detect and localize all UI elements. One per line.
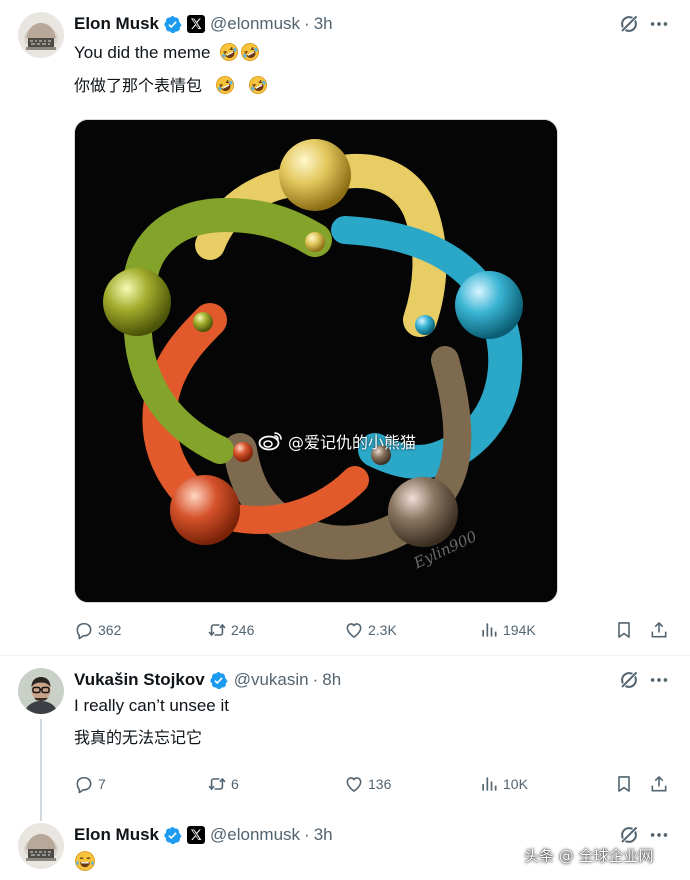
like-count: 136	[368, 776, 392, 792]
tweet-text-en: You did the meme	[74, 42, 260, 64]
reply-button[interactable]: 362	[74, 618, 121, 642]
like-icon	[344, 774, 364, 794]
tweet-2[interactable]: Vukašin Stojkov @vukasin · 8h I really c…	[0, 655, 690, 821]
grok-icon[interactable]	[618, 13, 640, 35]
weibo-watermark-text: @爱记仇的小熊猫	[288, 433, 417, 452]
reply-icon	[74, 774, 94, 794]
separator-dot: ·	[304, 14, 310, 33]
tweet-text-en: I really can’t unsee it	[74, 695, 229, 717]
tweet-text-emoji	[74, 850, 96, 874]
timestamp[interactable]: 3h	[314, 14, 333, 34]
grok-icon[interactable]	[618, 669, 640, 691]
timestamp[interactable]: 8h	[322, 670, 341, 690]
tweet-text-cn-content: 你做了那个表情包	[74, 76, 203, 95]
author-handle[interactable]: @elonmusk	[210, 14, 300, 34]
tweet-image[interactable]: Eylin900	[74, 119, 558, 603]
rolling-on-floor-laughing-emoji	[240, 42, 260, 62]
like-icon	[344, 620, 364, 640]
author-name[interactable]: Elon Musk	[74, 825, 159, 845]
tweet-text-cn-content: 我真的无法忘记它	[74, 728, 203, 747]
author-handle[interactable]: @vukasin	[234, 670, 309, 690]
verified-badge-icon	[163, 826, 182, 845]
meme-artwork: Eylin900	[75, 120, 557, 602]
reply-icon	[74, 620, 94, 640]
repost-count: 6	[231, 776, 239, 792]
reply-count: 7	[98, 776, 106, 792]
tweet-1[interactable]: Elon Musk @elonmusk · 3h You did the mem…	[0, 0, 690, 650]
share-icon	[649, 774, 669, 794]
weibo-watermark: @爱记仇的小熊猫	[258, 428, 416, 454]
action-bar: 362 246 2.3K 194K	[74, 618, 674, 642]
tweet-text-en-content: You did the meme	[74, 43, 211, 62]
reply-count: 362	[98, 622, 122, 638]
author-handle[interactable]: @elonmusk	[210, 825, 300, 845]
views-button[interactable]: 194K	[479, 618, 536, 642]
tears-of-joy-emoji	[74, 850, 96, 872]
green-ball	[103, 268, 171, 336]
x-logo-icon[interactable]	[187, 826, 205, 844]
orange-ball	[170, 475, 240, 545]
small-orange-ball	[233, 442, 253, 462]
avatar[interactable]	[18, 12, 64, 58]
small-yellow-ball	[305, 232, 325, 252]
toutiao-watermark: 头条 @ 全球企业网	[524, 847, 654, 865]
repost-icon	[207, 774, 227, 794]
share-button[interactable]	[649, 618, 669, 642]
yellow-ball	[279, 139, 351, 211]
brown-ball	[388, 477, 458, 547]
separator-dot: ·	[312, 670, 319, 689]
action-bar: 7 6 136 10K	[74, 772, 674, 796]
reply-button[interactable]: 7	[74, 772, 106, 796]
bookmark-icon	[614, 774, 634, 794]
more-icon[interactable]	[648, 669, 670, 691]
separator-dot: ·	[304, 825, 310, 844]
tweet-text-cn: 你做了那个表情包	[74, 75, 268, 97]
repost-count: 246	[231, 622, 255, 638]
like-button[interactable]: 2.3K	[344, 618, 397, 642]
repost-button[interactable]: 246	[207, 618, 254, 642]
repost-icon	[207, 620, 227, 640]
views-button[interactable]: 10K	[479, 772, 528, 796]
avatar[interactable]	[18, 668, 64, 714]
more-icon[interactable]	[648, 824, 670, 846]
small-green-ball	[193, 312, 213, 332]
rolling-on-floor-laughing-emoji	[219, 42, 239, 62]
grok-icon[interactable]	[618, 824, 640, 846]
tweet-header: Elon Musk @elonmusk · 3h	[74, 824, 333, 846]
tweet-text-en-content: I really can’t unsee it	[74, 696, 229, 715]
verified-badge-icon	[209, 671, 228, 690]
avatar[interactable]	[18, 823, 64, 869]
rolling-on-floor-laughing-emoji	[248, 75, 268, 95]
tweet-header: Vukašin Stojkov @vukasin · 8h	[74, 669, 341, 691]
x-logo-icon[interactable]	[187, 15, 205, 33]
views-icon	[479, 774, 499, 794]
author-name[interactable]: Elon Musk	[74, 14, 159, 34]
views-icon	[479, 620, 499, 640]
share-button[interactable]	[649, 772, 669, 796]
views-count: 194K	[503, 622, 536, 638]
tweet-header: Elon Musk @elonmusk · 3h	[74, 13, 333, 35]
more-icon[interactable]	[648, 13, 670, 35]
small-cyan-ball	[415, 315, 435, 335]
rolling-on-floor-laughing-emoji	[215, 75, 235, 95]
like-button[interactable]: 136	[344, 772, 391, 796]
repost-button[interactable]: 6	[207, 772, 239, 796]
bookmark-button[interactable]	[614, 618, 634, 642]
cyan-ball	[455, 271, 523, 339]
verified-badge-icon	[163, 15, 182, 34]
author-name[interactable]: Vukašin Stojkov	[74, 670, 205, 690]
views-count: 10K	[503, 776, 528, 792]
thread-connector	[40, 719, 42, 821]
share-icon	[649, 620, 669, 640]
bookmark-button[interactable]	[614, 772, 634, 796]
tweet-text-cn: 我真的无法忘记它	[74, 727, 202, 749]
bookmark-icon	[614, 620, 634, 640]
weibo-icon	[258, 432, 282, 451]
like-count: 2.3K	[368, 622, 397, 638]
timestamp[interactable]: 3h	[314, 825, 333, 845]
